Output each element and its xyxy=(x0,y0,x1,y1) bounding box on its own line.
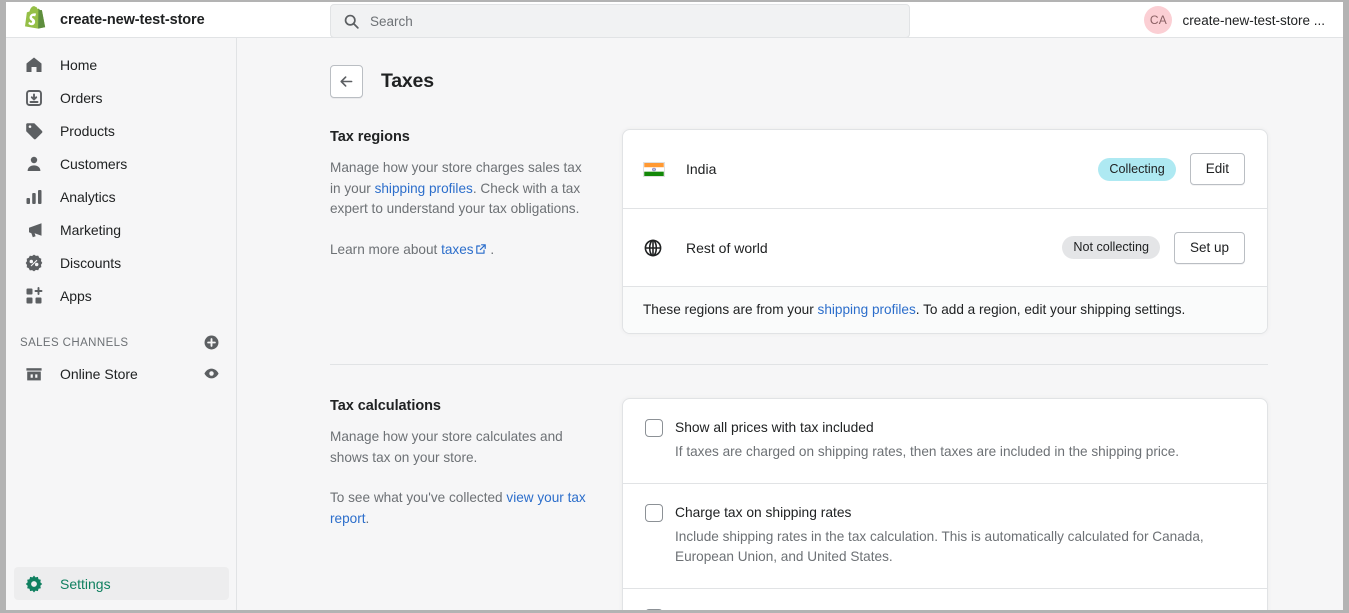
tax-regions-card-footer: These regions are from your shipping pro… xyxy=(623,286,1267,333)
customers-person-icon xyxy=(24,154,44,174)
sidebar-item-label: Marketing xyxy=(60,221,122,238)
option-label[interactable]: Show all prices with tax included xyxy=(675,418,874,437)
tax-regions-section: Tax regions Manage how your store charge… xyxy=(238,129,1343,334)
top-bar: create-new-test-store CA create-new-test… xyxy=(6,2,1343,38)
search-input[interactable] xyxy=(370,13,897,29)
shopify-logo xyxy=(25,6,46,29)
option-row-charge-tax-shipping: Charge tax on shipping rates Include shi… xyxy=(623,482,1267,588)
external-link-icon xyxy=(475,243,486,254)
region-row-india: India Collecting Edit xyxy=(623,130,1267,208)
sidebar-item-label: Customers xyxy=(60,155,128,172)
page-header: Taxes xyxy=(238,38,1343,98)
search-bar[interactable] xyxy=(330,4,910,38)
tax-regions-desc: Manage how your store charges sales tax … xyxy=(330,158,590,220)
checkbox-show-prices-tax-included[interactable] xyxy=(645,419,663,437)
flag-india-icon xyxy=(643,161,667,177)
main-content: Taxes Tax regions Manage how your store … xyxy=(238,38,1343,610)
sales-channels-title: SALES CHANNELS xyxy=(20,336,129,349)
set-up-button[interactable]: Set up xyxy=(1173,231,1245,264)
arrow-left-icon xyxy=(340,76,353,87)
sidebar-item-online-store[interactable]: Online Store xyxy=(14,357,228,390)
learn-prefix: Learn more about xyxy=(330,241,442,257)
option-description: If taxes are charged on shipping rates, … xyxy=(675,444,1180,459)
discounts-percent-icon xyxy=(24,253,44,273)
sidebar-item-settings[interactable]: Settings xyxy=(14,567,229,600)
edit-button[interactable]: Edit xyxy=(1189,153,1245,185)
option-description: Include shipping rates in the tax calcul… xyxy=(675,528,1204,565)
globe-icon xyxy=(643,238,667,258)
tax-calculations-desc: Manage how your store calculates and sho… xyxy=(330,429,563,465)
search-icon xyxy=(344,14,359,29)
tax-regions-card: India Collecting Edit Rest of world Not … xyxy=(622,129,1268,334)
footer-part-1: These regions are from your xyxy=(643,302,818,317)
sidebar-item-label: Settings xyxy=(60,575,111,592)
account-name: create-new-test-store ... xyxy=(1182,12,1325,28)
report-suffix: . xyxy=(365,510,370,526)
store-name: create-new-test-store xyxy=(60,11,205,28)
account-menu[interactable]: CA create-new-test-store ... xyxy=(1134,2,1335,38)
sidebar-item-marketing[interactable]: Marketing xyxy=(14,213,228,246)
apps-grid-plus-icon xyxy=(24,286,44,306)
tax-regions-description: Tax regions Manage how your store charge… xyxy=(330,129,622,334)
option-label[interactable]: Charge VAT on digital goods xyxy=(675,608,849,611)
sidebar-item-label: Apps xyxy=(60,287,92,304)
orders-inbox-icon xyxy=(24,88,44,108)
tax-calculations-heading: Tax calculations xyxy=(330,398,441,414)
region-name: Rest of world xyxy=(686,239,768,256)
sidebar-item-apps[interactable]: Apps xyxy=(14,279,228,312)
tax-regions-card-wrap: India Collecting Edit Rest of world Not … xyxy=(622,129,1268,334)
sidebar: Home Orders Products Customers Analytics… xyxy=(6,38,237,610)
sidebar-item-label: Orders xyxy=(60,89,103,106)
tax-calculations-card: Show all prices with tax included If tax… xyxy=(622,398,1268,610)
option-row-show-prices-tax-included: Show all prices with tax included If tax… xyxy=(623,399,1267,483)
sidebar-item-orders[interactable]: Orders xyxy=(14,81,228,114)
back-button[interactable] xyxy=(330,65,363,98)
sidebar-item-products[interactable]: Products xyxy=(14,114,228,147)
page-title: Taxes xyxy=(381,70,434,92)
analytics-bar-chart-icon xyxy=(24,187,44,207)
sidebar-item-discounts[interactable]: Discounts xyxy=(14,246,228,279)
sidebar-item-label: Online Store xyxy=(60,365,138,382)
avatar: CA xyxy=(1144,6,1173,34)
sidebar-item-analytics[interactable]: Analytics xyxy=(14,180,228,213)
eye-icon[interactable] xyxy=(203,365,220,382)
status-badge: Collecting xyxy=(1098,157,1176,181)
footer-part-2: . To add a region, edit your shipping se… xyxy=(915,302,1186,317)
sidebar-item-home[interactable]: Home xyxy=(14,48,228,81)
checkbox-charge-vat-digital-goods[interactable] xyxy=(645,608,663,610)
home-icon xyxy=(24,55,44,75)
section-divider xyxy=(330,364,1268,365)
store-brand[interactable]: create-new-test-store xyxy=(6,2,322,37)
learn-suffix: . xyxy=(486,241,495,257)
tax-report-line: To see what you've collected view your t… xyxy=(330,488,590,529)
learn-more-line: Learn more about taxes . xyxy=(330,240,590,261)
app-window: create-new-test-store CA create-new-test… xyxy=(6,2,1343,610)
sidebar-item-label: Discounts xyxy=(60,254,122,271)
shipping-profiles-footer-link[interactable]: shipping profiles xyxy=(818,302,916,317)
sidebar-item-customers[interactable]: Customers xyxy=(14,147,228,180)
checkbox-charge-tax-shipping[interactable] xyxy=(645,503,663,522)
sidebar-item-label: Home xyxy=(60,56,98,73)
region-name: India xyxy=(686,161,717,177)
tax-calculations-card-wrap: Show all prices with tax included If tax… xyxy=(622,398,1268,610)
taxes-link[interactable]: taxes xyxy=(441,242,474,257)
report-prefix: To see what you've collected xyxy=(330,490,507,505)
status-badge: Not collecting xyxy=(1062,236,1160,259)
sales-channels-header: SALES CHANNELS xyxy=(14,334,220,351)
gear-icon xyxy=(24,574,44,594)
sidebar-item-label: Products xyxy=(60,122,115,139)
marketing-megaphone-icon xyxy=(24,220,44,240)
plus-circle-icon[interactable] xyxy=(203,334,220,351)
sidebar-item-label: Analytics xyxy=(60,188,116,205)
tax-regions-heading: Tax regions xyxy=(330,129,410,145)
option-row-charge-vat-digital-goods: Charge VAT on digital goods xyxy=(623,587,1267,611)
tax-calculations-section: Tax calculations Manage how your store c… xyxy=(238,398,1343,610)
shipping-profiles-link[interactable]: shipping profiles xyxy=(375,181,473,196)
products-tag-icon xyxy=(24,121,44,141)
option-label[interactable]: Charge tax on shipping rates xyxy=(675,503,851,522)
region-row-rest-of-world: Rest of world Not collecting Set up xyxy=(623,208,1267,286)
tax-calculations-description: Tax calculations Manage how your store c… xyxy=(330,398,622,610)
storefront-icon xyxy=(24,364,44,384)
